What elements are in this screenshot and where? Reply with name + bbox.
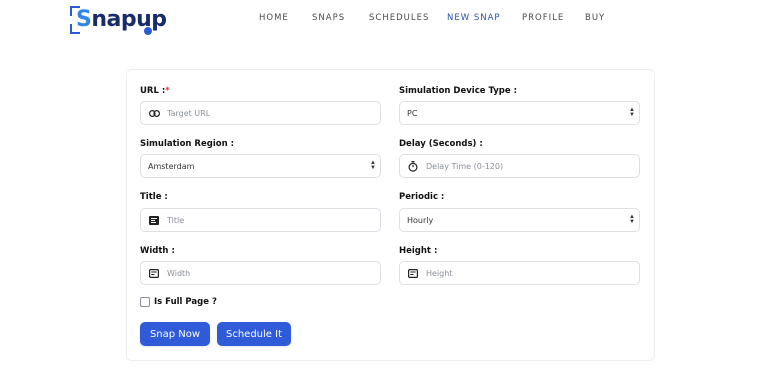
- select-arrows-icon: ▲ ▼: [629, 107, 635, 118]
- delay-field[interactable]: [399, 154, 640, 178]
- device-type-value: PC: [407, 108, 418, 118]
- height-input[interactable]: [426, 268, 606, 278]
- dimension-icon: [400, 268, 426, 278]
- region-select[interactable]: Amsterdam ▲ ▼: [140, 154, 381, 178]
- full-page-label: Is Full Page ?: [154, 297, 217, 307]
- snap-now-button[interactable]: Snap Now: [140, 322, 210, 346]
- url-field[interactable]: [140, 101, 381, 125]
- nav-new-snap[interactable]: NEW SNAP: [447, 13, 501, 23]
- periodic-select[interactable]: Hourly ▲ ▼: [399, 208, 640, 232]
- title-field[interactable]: [140, 208, 381, 232]
- nav-schedules[interactable]: SCHEDULES: [369, 13, 429, 23]
- url-input[interactable]: [167, 108, 347, 118]
- periodic-value: Hourly: [407, 215, 434, 225]
- stopwatch-icon: [400, 160, 426, 172]
- title-input[interactable]: [167, 215, 347, 225]
- region-value: Amsterdam: [148, 161, 195, 171]
- height-label: Height :: [399, 246, 438, 256]
- device-type-label: Simulation Device Type :: [399, 86, 517, 96]
- nav-home[interactable]: HOME: [259, 13, 289, 23]
- nav-profile[interactable]: PROFILE: [522, 13, 564, 23]
- delay-input[interactable]: [426, 161, 606, 171]
- region-label: Simulation Region :: [140, 139, 234, 149]
- width-field[interactable]: [140, 261, 381, 285]
- dimension-icon: [141, 268, 167, 278]
- device-type-select[interactable]: PC ▲ ▼: [399, 101, 640, 125]
- link-icon: [141, 109, 167, 117]
- top-nav: HOME SNAPS SCHEDULES NEW SNAP PROFILE BU…: [0, 13, 757, 27]
- width-input[interactable]: [167, 268, 347, 278]
- nav-buy[interactable]: BUY: [585, 13, 605, 23]
- title-icon: [141, 215, 167, 225]
- periodic-label: Periodic :: [399, 192, 445, 202]
- height-field[interactable]: [399, 261, 640, 285]
- select-arrows-icon: ▲ ▼: [629, 214, 635, 225]
- delay-label: Delay (Seconds) :: [399, 139, 483, 149]
- title-label: Title :: [140, 192, 168, 202]
- select-arrows-icon: ▲ ▼: [370, 160, 376, 171]
- url-label: URL :*: [140, 86, 170, 96]
- nav-snaps[interactable]: SNAPS: [312, 13, 345, 23]
- full-page-checkbox[interactable]: [140, 297, 150, 307]
- schedule-it-button[interactable]: Schedule It: [217, 322, 291, 346]
- width-label: Width :: [140, 246, 175, 256]
- logo-dot: [144, 27, 152, 35]
